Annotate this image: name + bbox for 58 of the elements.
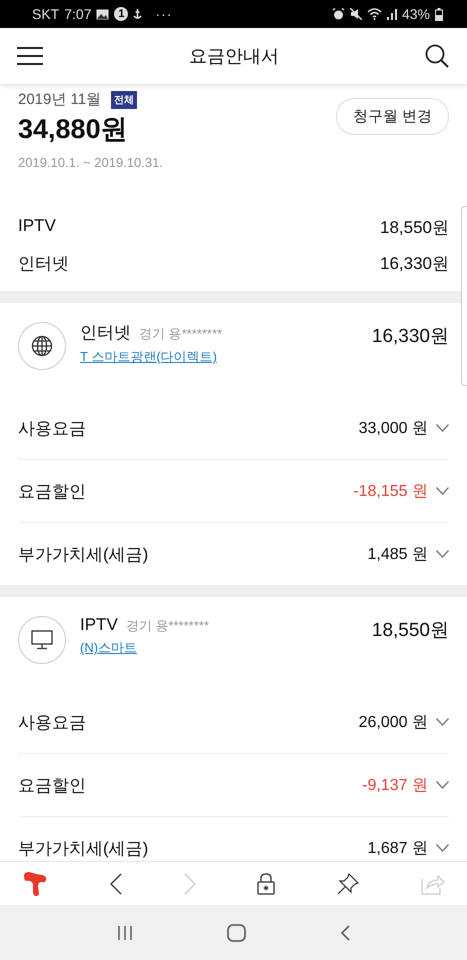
charge-label: 사용요금: [18, 712, 87, 734]
chevron-down-icon[interactable]: [436, 424, 449, 432]
menu-icon[interactable]: [17, 47, 43, 65]
chevron-down-icon[interactable]: [436, 487, 449, 495]
page-title: 요금안내서: [189, 45, 279, 68]
charge-label: 부가가치세(세금): [18, 838, 150, 860]
mute-icon: [350, 8, 362, 20]
battery-icon: [435, 8, 443, 20]
signal-icon: [386, 8, 397, 20]
service-name: 인터넷: [80, 322, 131, 344]
alarm-icon: [332, 8, 345, 20]
service-amount: 18,550원: [372, 619, 449, 643]
charge-amount: -9,137 원: [362, 776, 428, 796]
total-amount: 34,880원: [18, 113, 129, 146]
change-month-button[interactable]: 청구월 변경: [336, 98, 449, 135]
plan-link[interactable]: T 스마트광랜(다이렉트): [80, 348, 358, 366]
service-name: 인터넷: [18, 253, 69, 275]
service-amount: 18,550원: [380, 217, 449, 239]
chevron-down-icon[interactable]: [436, 550, 449, 558]
lock-icon[interactable]: [257, 872, 276, 894]
back-icon[interactable]: [110, 872, 122, 894]
charge-amount: 33,000 원: [358, 418, 428, 438]
recent-apps-icon[interactable]: [117, 924, 133, 940]
service-address: 경기 용********: [139, 325, 222, 343]
charge-amount: 1,687 원: [368, 838, 428, 858]
chevron-down-icon[interactable]: [436, 781, 449, 789]
charge-amount: 1,485 원: [368, 544, 428, 564]
charge-amount: 26,000 원: [358, 712, 428, 732]
charge-label: 사용요금: [18, 418, 87, 440]
charge-label: 부가가치세(세금): [18, 544, 150, 566]
battery-level: 43%: [402, 6, 430, 22]
monitor-icon: [18, 616, 66, 664]
pin-icon[interactable]: [337, 872, 360, 894]
globe-icon: [18, 322, 66, 370]
home-icon[interactable]: [227, 924, 246, 942]
bill-month: 2019년 11월: [18, 90, 102, 109]
anchor-icon: [133, 8, 142, 20]
service-address: 경기 용********: [126, 617, 209, 635]
charge-amount: -18,155 원: [353, 482, 428, 502]
service-amount: 16,330원: [380, 253, 449, 275]
more-indicator: ···: [155, 6, 172, 22]
charge-label: 요금할인: [18, 774, 87, 796]
charge-label: 요금할인: [18, 480, 87, 502]
chevron-down-icon[interactable]: [436, 844, 449, 852]
plan-link[interactable]: (N)스마트: [80, 639, 358, 657]
notification-count: 1: [114, 7, 128, 21]
service-name: IPTV: [80, 615, 118, 635]
chevron-down-icon[interactable]: [436, 718, 449, 726]
clock: 7:07: [64, 6, 92, 22]
billing-period: 2019.10.1. ~ 2019.10.31.: [18, 155, 163, 170]
service-amount: 16,330원: [372, 325, 449, 349]
service-name: IPTV: [18, 216, 56, 237]
scope-badge: 전체: [111, 90, 138, 108]
logo-icon[interactable]: [22, 870, 48, 896]
wifi-icon: [366, 8, 382, 20]
carrier: SKT: [32, 6, 60, 22]
search-icon[interactable]: [425, 44, 449, 68]
image-icon: [96, 8, 110, 20]
